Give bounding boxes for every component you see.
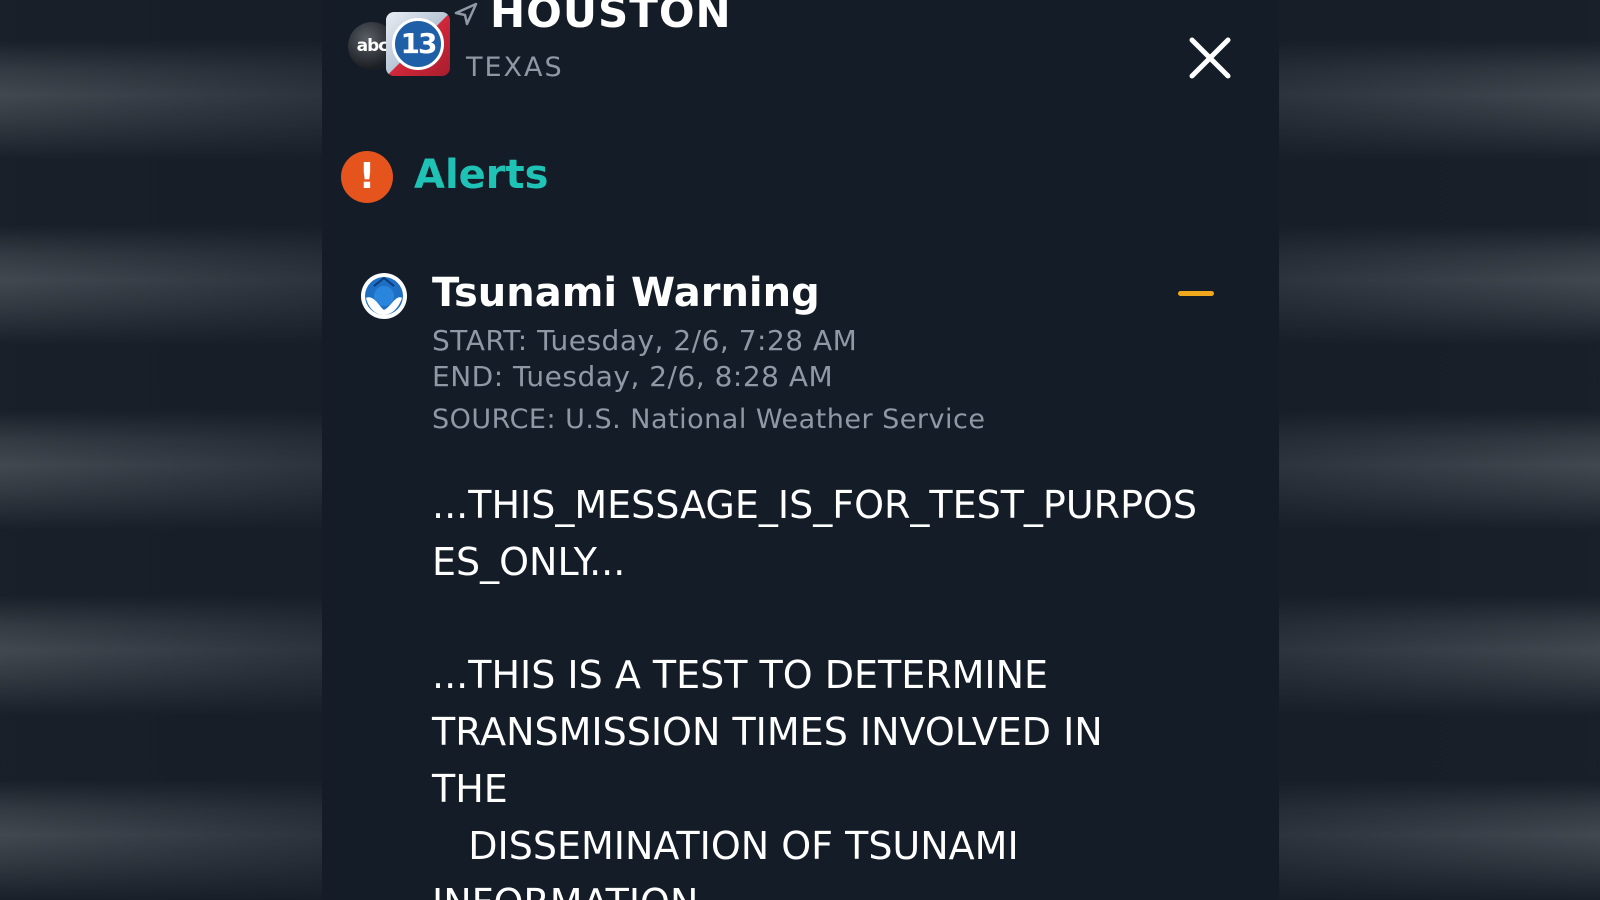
message-line: ES_ONLY... [432,540,626,584]
close-button[interactable] [1184,32,1236,84]
background-left-band [0,0,322,900]
alert-end-time: END: Tuesday, 2/6, 8:28 AM [432,360,834,393]
alerts-heading: Alerts [414,152,549,198]
channel-13-badge: 13 [386,12,450,76]
alert-title: Tsunami Warning [432,270,820,316]
message-line: THE [432,767,508,811]
background-right-band [1279,0,1600,900]
location-state: TEXAS [466,52,564,83]
alerts-screen: abc 13 HOUSTON TEXAS ! Alerts Tsunami Wa… [322,0,1279,900]
alert-exclamation-icon: ! [341,151,393,203]
message-line: ...THIS_MESSAGE_IS_FOR_TEST_PURPOS [432,483,1198,527]
channel-number: 13 [392,18,444,70]
location-city: HOUSTON [490,0,732,37]
location-arrow-icon [454,2,478,26]
message-line: INFORMATION... [432,875,1262,900]
abc13-logo: abc 13 [348,8,468,78]
noaa-logo-icon [361,273,407,319]
message-line: TRANSMISSION TIMES INVOLVED IN [432,710,1103,754]
close-icon [1189,37,1231,79]
alert-message: ...THIS_MESSAGE_IS_FOR_TEST_PURPOS ES_ON… [432,477,1262,900]
message-line: DISSEMINATION OF TSUNAMI [432,824,1019,868]
alert-source: SOURCE: U.S. National Weather Service [432,404,986,435]
message-line: ...THIS IS A TEST TO DETERMINE [432,653,1049,697]
minus-icon [1178,291,1214,296]
alert-start-time: START: Tuesday, 2/6, 7:28 AM [432,324,858,357]
collapse-button[interactable] [1174,282,1218,306]
